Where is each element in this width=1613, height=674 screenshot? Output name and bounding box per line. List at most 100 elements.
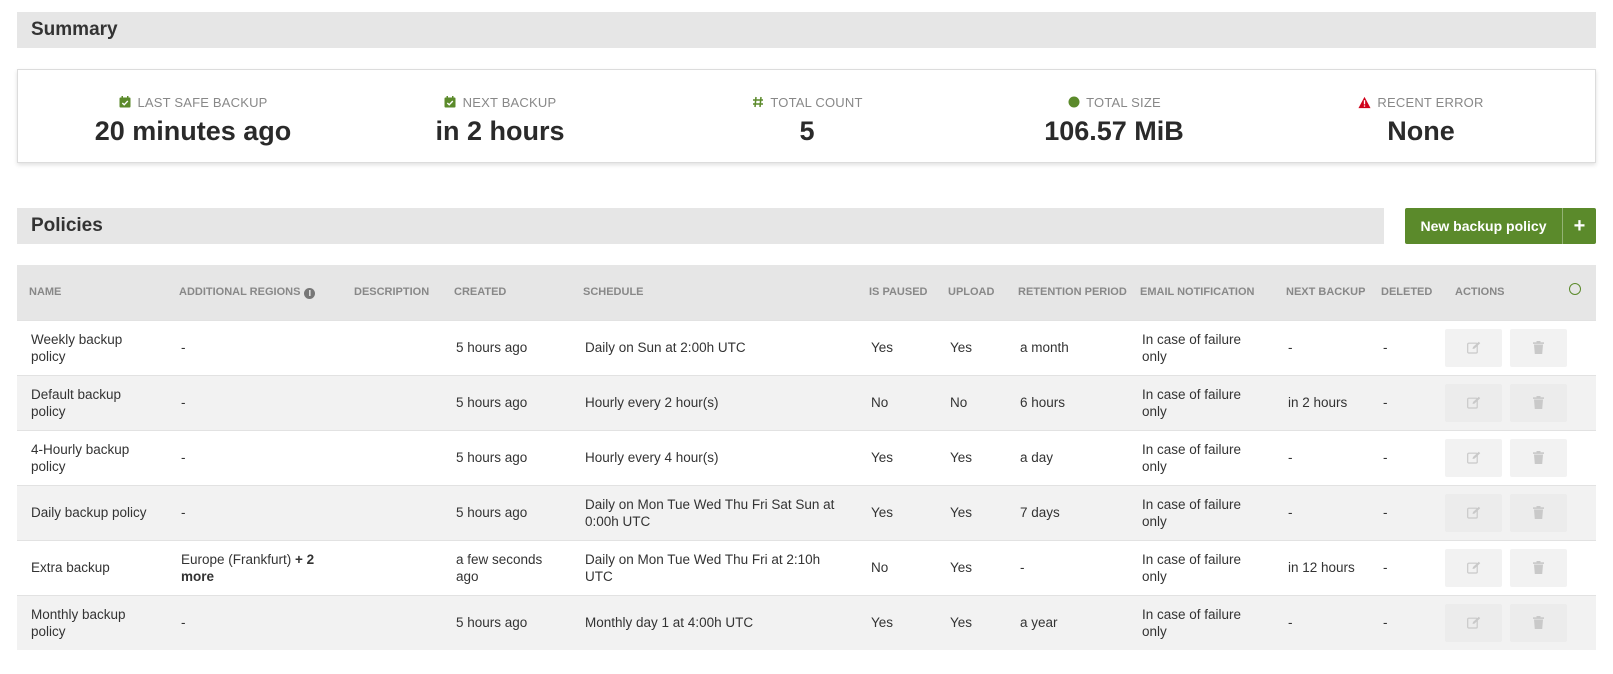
edit-button[interactable] [1445, 438, 1502, 477]
policy-name: Weekly backup policy [31, 331, 123, 364]
edit-button[interactable] [1445, 328, 1502, 367]
stat-next-backup: NEXT BACKUP in 2 hours [350, 94, 650, 147]
col-next-backup[interactable]: NEXT BACKUP [1274, 265, 1369, 320]
policy-email-notification: In case of failure only [1142, 441, 1242, 474]
edit-icon [1466, 506, 1480, 519]
new-backup-policy-button[interactable]: New backup policy + [1405, 208, 1596, 244]
policy-description [342, 430, 442, 485]
policy-deleted: - [1383, 505, 1388, 520]
policy-deleted: - [1383, 340, 1388, 355]
policy-regions: - [167, 485, 342, 540]
policy-schedule: Daily on Mon Tue Wed Thu Fri Sat Sun at … [585, 496, 835, 529]
stat-recent-error: RECENT ERROR None [1271, 94, 1571, 146]
policy-created: 5 hours ago [456, 340, 528, 355]
col-upload[interactable]: UPLOAD [936, 265, 1006, 320]
region-primary: Europe (Frankfurt) [181, 551, 292, 567]
policy-name: Extra backup [31, 560, 110, 575]
stat-total-size: TOTAL SIZE 106.57 MiB [964, 94, 1264, 147]
col-created[interactable]: CREATED [442, 265, 571, 320]
policy-name: 4-Hourly backup policy [31, 441, 130, 474]
policy-email-notification: In case of failure only [1142, 551, 1242, 584]
table-row[interactable]: Default backup policy - 5 hours ago Hour… [17, 375, 1596, 430]
info-icon[interactable]: i [304, 287, 316, 299]
col-additional-regions[interactable]: ADDITIONAL REGIONS i [167, 265, 342, 320]
policy-actions [1443, 375, 1596, 430]
stat-value: 20 minutes ago [94, 116, 292, 146]
delete-button[interactable] [1509, 438, 1567, 477]
stat-value: 5 [799, 116, 815, 146]
policy-is-paused: Yes [871, 450, 894, 465]
stat-value: in 2 hours [435, 116, 565, 146]
policy-next-backup: - [1288, 450, 1293, 465]
policy-upload: Yes [950, 560, 973, 575]
col-deleted[interactable]: DELETED [1369, 265, 1443, 320]
policy-next-backup: - [1288, 615, 1293, 631]
policy-schedule: Daily on Mon Tue Wed Thu Fri at 2:10h UT… [585, 551, 821, 584]
policy-is-paused: Yes [871, 340, 894, 355]
stat-value: 106.57 MiB [1044, 116, 1184, 146]
policy-is-paused: Yes [871, 615, 894, 631]
col-email-notification[interactable]: EMAIL NOTIFICATION [1128, 265, 1274, 320]
edit-button[interactable] [1445, 383, 1502, 422]
policy-email-notification: In case of failure only [1142, 386, 1242, 419]
table-row[interactable]: Monthly backup policy - 5 hours ago Mont… [17, 595, 1596, 650]
stat-total-count: TOTAL COUNT 5 [657, 94, 957, 146]
policy-next-backup: in 2 hours [1288, 395, 1348, 410]
policy-upload: No [950, 395, 968, 410]
policy-actions [1443, 595, 1596, 650]
table-header-row: NAME ADDITIONAL REGIONS i DESCRIPTION CRE… [17, 265, 1596, 320]
edit-icon [1466, 341, 1480, 354]
table-row[interactable]: Daily backup policy - 5 hours ago Daily … [17, 485, 1596, 540]
table-row[interactable]: Weekly backup policy - 5 hours ago Daily… [17, 320, 1596, 375]
stat-last-safe-backup: LAST SAFE BACKUP 20 minutes ago [43, 94, 343, 147]
policy-retention: 7 days [1020, 505, 1060, 520]
stat-label: LAST SAFE BACKUP [137, 94, 268, 110]
trash-icon [1532, 616, 1544, 630]
policy-created: 5 hours ago [456, 505, 528, 520]
delete-button[interactable] [1509, 548, 1567, 587]
policy-retention: a month [1020, 340, 1069, 355]
table-row[interactable]: Extra backup Europe (Frankfurt) + 2 more… [17, 540, 1596, 595]
circle-icon [1067, 96, 1080, 109]
table-row[interactable]: 4-Hourly backup policy - 5 hours ago Hou… [17, 430, 1596, 485]
edit-button[interactable] [1445, 548, 1502, 587]
delete-button[interactable] [1509, 383, 1567, 422]
stat-label: TOTAL SIZE [1086, 94, 1161, 110]
col-retention-period[interactable]: RETENTION PERIOD [1006, 265, 1128, 320]
stat-label: TOTAL COUNT [770, 94, 863, 110]
summary-card: LAST SAFE BACKUP 20 minutes ago NEXT BAC… [17, 69, 1596, 163]
policy-next-backup: - [1288, 340, 1293, 355]
edit-button[interactable] [1445, 493, 1502, 532]
edit-button[interactable] [1445, 603, 1502, 642]
policy-description [342, 485, 442, 540]
status-circle-icon[interactable] [1569, 283, 1581, 296]
policy-retention: a day [1020, 450, 1054, 465]
policy-schedule: Daily on Sun at 2:00h UTC [585, 340, 746, 355]
policy-description [342, 595, 442, 650]
policy-is-paused: No [871, 395, 889, 410]
policy-next-backup: in 12 hours [1288, 560, 1355, 575]
new-backup-policy-label: New backup policy [1420, 218, 1547, 234]
policy-regions: - [167, 595, 342, 650]
policies-table-container: NAME ADDITIONAL REGIONS i DESCRIPTION CRE… [17, 265, 1596, 650]
policy-created: 5 hours ago [456, 450, 528, 465]
delete-button[interactable] [1509, 328, 1567, 367]
region-primary: - [181, 340, 186, 355]
policy-description [342, 375, 442, 430]
col-status[interactable] [1557, 265, 1596, 320]
policy-upload: Yes [950, 505, 973, 520]
hash-icon [751, 96, 764, 109]
col-is-paused[interactable]: IS PAUSED [857, 265, 936, 320]
delete-button[interactable] [1509, 493, 1567, 532]
summary-header: Summary [17, 12, 1596, 48]
col-schedule[interactable]: SCHEDULE [571, 265, 857, 320]
policy-deleted: - [1383, 395, 1388, 410]
plus-icon: + [1562, 208, 1596, 244]
delete-button[interactable] [1509, 603, 1567, 642]
policy-retention: a year [1020, 615, 1058, 631]
col-description[interactable]: DESCRIPTION [342, 265, 442, 320]
policy-regions: - [167, 320, 342, 375]
region-primary: - [181, 615, 186, 631]
col-name[interactable]: NAME [17, 265, 167, 320]
policy-actions [1443, 320, 1596, 375]
